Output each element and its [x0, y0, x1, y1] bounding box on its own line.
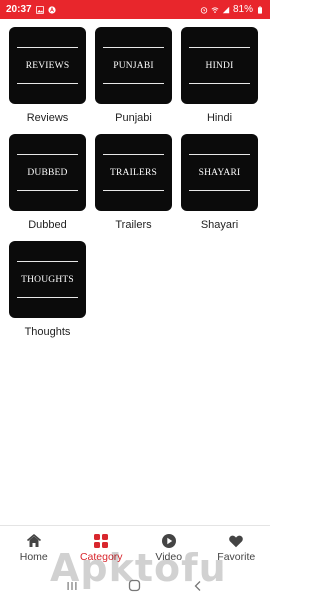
- category-card[interactable]: REVIEWS: [9, 27, 86, 104]
- home-button-icon: [129, 579, 141, 592]
- category-card[interactable]: PUNJABI: [95, 27, 172, 104]
- category-tile-thoughts[interactable]: THOUGHTS Thoughts: [9, 241, 86, 339]
- category-label: Punjabi: [115, 112, 152, 124]
- category-tile-hindi[interactable]: HINDI Hindi: [181, 27, 258, 125]
- category-card-text: SHAYARI: [198, 167, 241, 178]
- category-label: Shayari: [200, 219, 239, 231]
- divider: [189, 47, 250, 48]
- signal-icon: [222, 6, 230, 13]
- nav-label-home: Home: [19, 551, 48, 563]
- system-navigation-bar: [0, 571, 270, 600]
- category-card-text: TRAILERS: [110, 167, 157, 178]
- gallery-notification-icon: [35, 5, 44, 14]
- divider: [17, 261, 78, 262]
- divider: [17, 154, 78, 155]
- divider: [103, 190, 164, 191]
- category-card[interactable]: TRAILERS: [95, 134, 172, 211]
- category-card[interactable]: DUBBED: [9, 134, 86, 211]
- divider: [103, 83, 164, 84]
- home-nav-button[interactable]: [128, 579, 142, 593]
- divider: [103, 47, 164, 48]
- wifi-icon: [211, 6, 219, 13]
- divider: [17, 47, 78, 48]
- battery-percentage: 81%: [232, 4, 253, 15]
- divider: [189, 154, 250, 155]
- category-card[interactable]: THOUGHTS: [9, 241, 86, 318]
- category-card-text: DUBBED: [27, 167, 68, 178]
- divider: [17, 190, 78, 191]
- category-card[interactable]: SHAYARI: [181, 134, 258, 211]
- home-icon: [26, 534, 41, 547]
- app-notification-icon: [47, 5, 56, 14]
- category-tile-reviews[interactable]: REVIEWS Reviews: [9, 27, 86, 125]
- divider: [189, 83, 250, 84]
- category-tile-trailers[interactable]: TRAILERS Trailers: [95, 134, 172, 232]
- category-tile-shayari[interactable]: SHAYARI Shayari: [181, 134, 258, 232]
- nav-item-category[interactable]: Category: [68, 526, 136, 571]
- category-tile-dubbed[interactable]: DUBBED Dubbed: [9, 134, 86, 232]
- nav-label-category: Category: [79, 551, 123, 563]
- play-icon: [161, 534, 176, 548]
- category-label: Hindi: [206, 112, 233, 124]
- status-bar: 20:37 81%: [0, 0, 270, 19]
- nav-item-video[interactable]: Video: [135, 526, 203, 571]
- recent-apps-button[interactable]: [65, 579, 79, 593]
- divider: [103, 154, 164, 155]
- category-card-text: REVIEWS: [25, 60, 70, 71]
- back-icon: [194, 580, 201, 591]
- nav-label-favorite: Favorite: [217, 551, 256, 563]
- divider: [189, 190, 250, 191]
- category-grid: REVIEWS Reviews PUNJABI Punjabi HINDI Hi…: [9, 27, 261, 339]
- back-button[interactable]: [191, 579, 205, 593]
- category-label: Reviews: [26, 112, 69, 124]
- category-card-text: PUNJABI: [113, 60, 154, 71]
- battery-icon: [258, 5, 262, 14]
- category-label: Trailers: [115, 219, 152, 231]
- category-card-text: HINDI: [205, 60, 234, 71]
- status-time: 20:37: [6, 4, 32, 15]
- bottom-navigation: Home Category Video Favorite: [0, 525, 270, 571]
- nav-item-home[interactable]: Home: [0, 526, 68, 571]
- category-label: Dubbed: [28, 219, 67, 231]
- heart-icon: [229, 535, 244, 548]
- divider: [17, 83, 78, 84]
- alarm-icon: [200, 6, 208, 14]
- category-label: Thoughts: [24, 326, 71, 338]
- category-card[interactable]: HINDI: [181, 27, 258, 104]
- category-card-text: THOUGHTS: [21, 274, 74, 285]
- category-icon: [94, 534, 109, 548]
- recent-apps-icon: [67, 581, 77, 590]
- category-tile-punjabi[interactable]: PUNJABI Punjabi: [95, 27, 172, 125]
- nav-label-video: Video: [155, 551, 183, 563]
- nav-item-favorite[interactable]: Favorite: [203, 526, 271, 571]
- divider: [17, 297, 78, 298]
